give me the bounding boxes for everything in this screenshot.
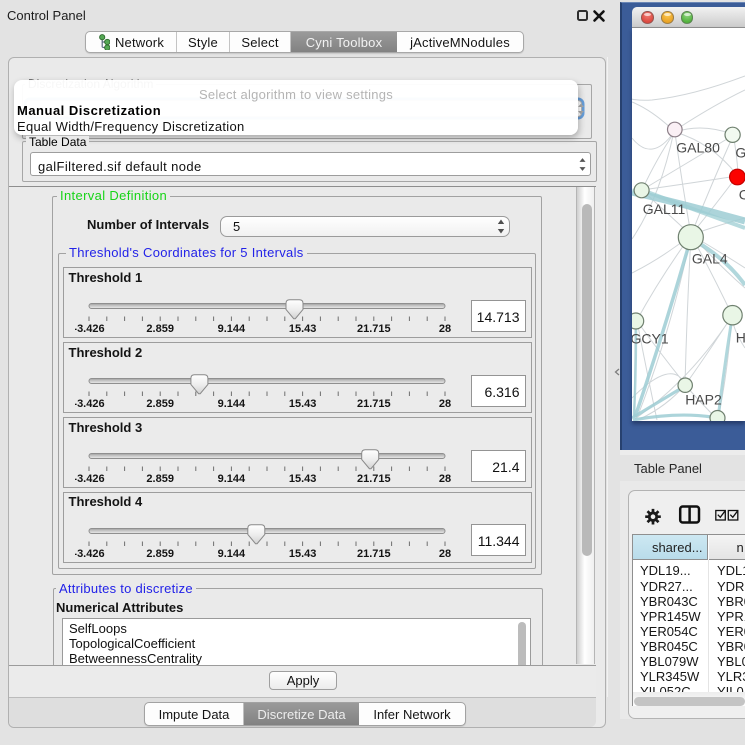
svg-text:15.43: 15.43 <box>289 398 317 410</box>
svg-text:-3.426: -3.426 <box>75 473 105 485</box>
svg-text:15.43: 15.43 <box>289 473 317 485</box>
svg-text:9.144: 9.144 <box>218 398 246 410</box>
svg-text:GAL4: GAL4 <box>692 251 728 267</box>
svg-text:21.715: 21.715 <box>357 548 391 560</box>
svg-text:9.144: 9.144 <box>218 473 246 485</box>
svg-text:-3.426: -3.426 <box>75 548 105 560</box>
svg-text:15.43: 15.43 <box>289 548 317 560</box>
svg-text:2.859: 2.859 <box>146 398 174 410</box>
svg-text:9.144: 9.144 <box>218 548 246 560</box>
svg-text:28: 28 <box>439 398 451 410</box>
svg-text:2.859: 2.859 <box>146 473 174 485</box>
svg-text:28: 28 <box>439 473 451 485</box>
svg-text:HAP2: HAP2 <box>685 392 722 408</box>
svg-text:C: C <box>739 187 745 203</box>
svg-text:21.715: 21.715 <box>357 398 391 410</box>
svg-text:GCY1: GCY1 <box>632 331 669 347</box>
svg-text:-3.426: -3.426 <box>75 323 105 335</box>
svg-text:21.715: 21.715 <box>357 323 391 335</box>
svg-text:G.: G. <box>735 145 745 161</box>
svg-text:GAL80: GAL80 <box>676 139 720 155</box>
svg-text:21.715: 21.715 <box>357 473 391 485</box>
svg-text:9.144: 9.144 <box>218 323 246 335</box>
svg-text:2.859: 2.859 <box>146 548 174 560</box>
svg-text:H: H <box>736 330 745 346</box>
svg-text:-3.426: -3.426 <box>75 398 105 410</box>
svg-text:2.859: 2.859 <box>146 323 174 335</box>
svg-text:28: 28 <box>439 323 451 335</box>
svg-text:15.43: 15.43 <box>289 323 317 335</box>
svg-text:GAL11: GAL11 <box>643 201 686 217</box>
svg-text:28: 28 <box>439 548 451 560</box>
